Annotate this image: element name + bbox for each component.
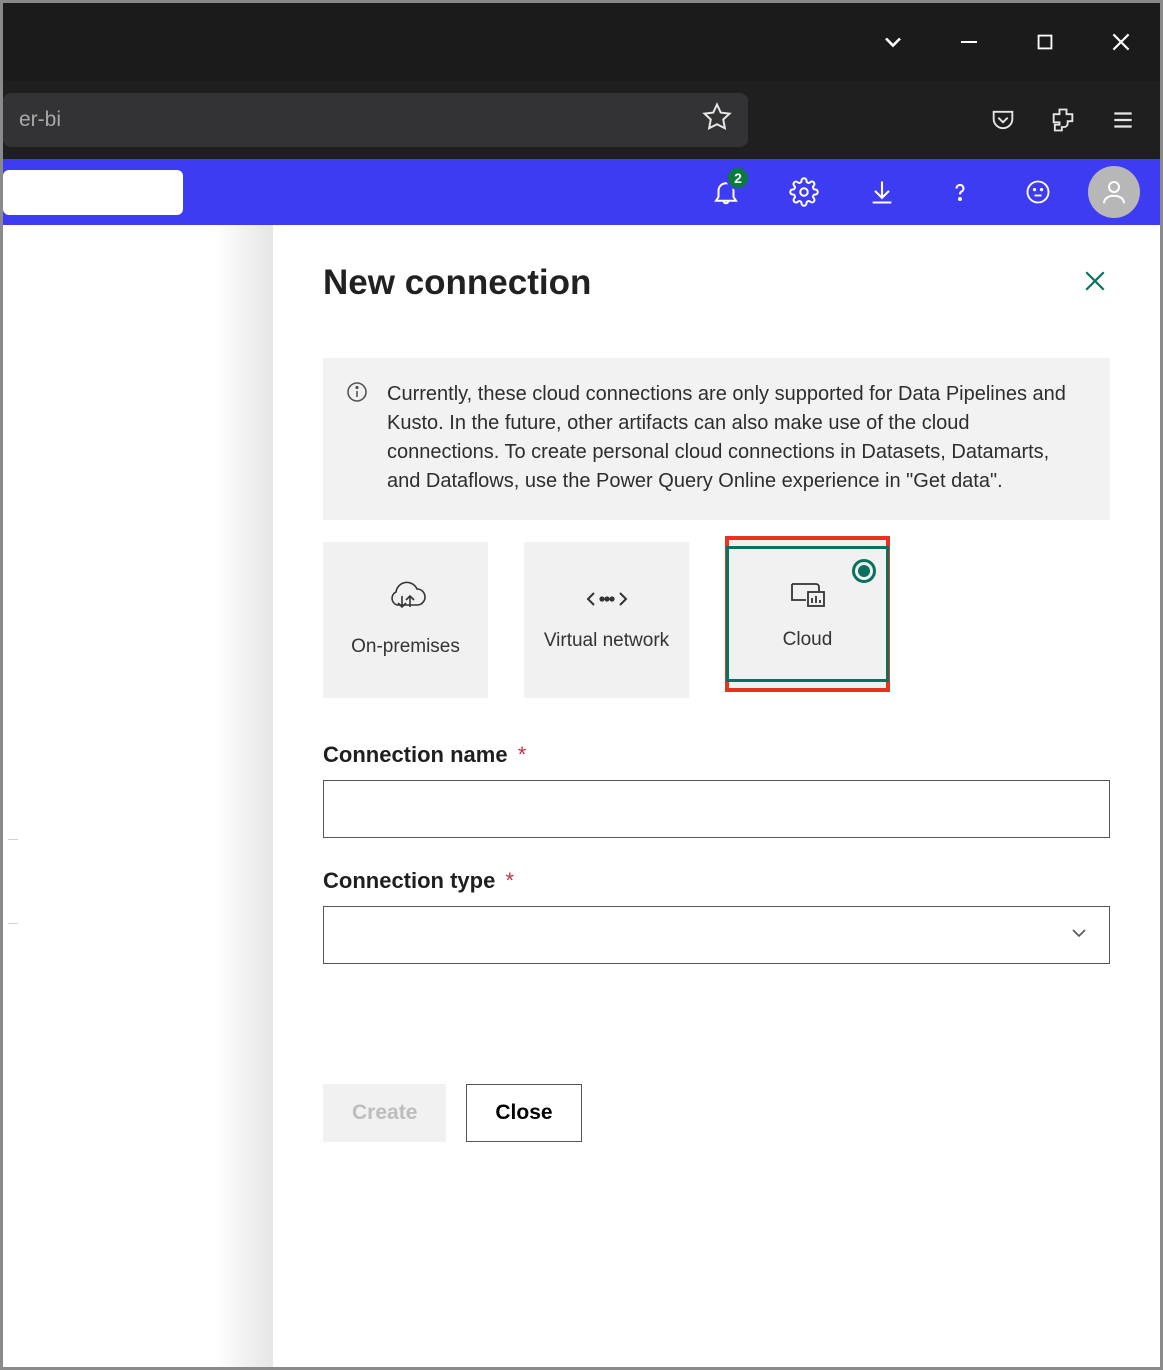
- required-marker: *: [505, 868, 514, 893]
- connection-type-select[interactable]: [323, 906, 1110, 964]
- content-area: New connection Currently, these cloud co…: [3, 225, 1160, 1367]
- address-bar-text: er-bi: [19, 108, 702, 132]
- tile-label: Virtual network: [544, 629, 669, 653]
- cloud-gateway-icon: [383, 581, 429, 623]
- connection-type-label: Connection type: [323, 868, 495, 893]
- settings-button[interactable]: [776, 164, 832, 220]
- close-button-label: Close: [495, 1101, 552, 1125]
- tab-dropdown-button[interactable]: [864, 13, 922, 71]
- window-close-button[interactable]: [1092, 13, 1150, 71]
- app-frame: er-bi 2: [0, 0, 1163, 1370]
- downloads-button[interactable]: [854, 164, 910, 220]
- browser-menu-icon[interactable]: [1098, 95, 1148, 145]
- browser-toolbar: er-bi: [3, 81, 1160, 159]
- connection-type-group: Connection type *: [323, 868, 1110, 964]
- tile-on-premises[interactable]: On-premises: [323, 542, 488, 698]
- cloud-dataset-icon: [786, 576, 830, 616]
- close-button[interactable]: Close: [466, 1084, 581, 1142]
- notification-badge: 2: [726, 166, 750, 190]
- tile-cloud[interactable]: Cloud: [725, 536, 890, 692]
- panel-close-button[interactable]: [1080, 266, 1110, 301]
- chevron-down-icon: [1067, 921, 1091, 950]
- info-banner: Currently, these cloud connections are o…: [323, 358, 1110, 520]
- tile-label: Cloud: [783, 628, 833, 652]
- panel-title: New connection: [323, 263, 591, 303]
- pocket-icon[interactable]: [978, 95, 1028, 145]
- selected-indicator-icon: [852, 559, 876, 583]
- account-avatar[interactable]: [1088, 166, 1140, 218]
- feedback-button[interactable]: [1010, 164, 1066, 220]
- help-button[interactable]: [932, 164, 988, 220]
- connection-name-label: Connection name: [323, 742, 508, 767]
- window-maximize-button[interactable]: [1016, 13, 1074, 71]
- app-header: 2: [3, 159, 1160, 225]
- panel-actions: Create Close: [323, 1084, 1110, 1142]
- connection-name-group: Connection name *: [323, 742, 1110, 838]
- browser-titlebar: [3, 3, 1160, 81]
- window-minimize-button[interactable]: [940, 13, 998, 71]
- connection-type-tiles: On-premises Virtual network Cloud: [323, 542, 1110, 698]
- notifications-button[interactable]: 2: [698, 164, 754, 220]
- create-button[interactable]: Create: [323, 1084, 446, 1142]
- address-bar[interactable]: er-bi: [3, 93, 748, 147]
- tile-virtual-network[interactable]: Virtual network: [524, 542, 689, 698]
- create-button-label: Create: [352, 1101, 417, 1125]
- extensions-icon[interactable]: [1038, 95, 1088, 145]
- connection-name-input[interactable]: [323, 780, 1110, 838]
- virtual-network-icon: [584, 587, 630, 617]
- info-text: Currently, these cloud connections are o…: [387, 383, 1066, 492]
- info-icon: [345, 380, 369, 413]
- required-marker: *: [518, 742, 527, 767]
- tile-label: On-premises: [351, 635, 460, 659]
- bookmark-star-icon[interactable]: [702, 102, 732, 138]
- search-input[interactable]: [3, 170, 183, 215]
- background-left-column: [3, 225, 273, 1367]
- new-connection-panel: New connection Currently, these cloud co…: [273, 225, 1160, 1367]
